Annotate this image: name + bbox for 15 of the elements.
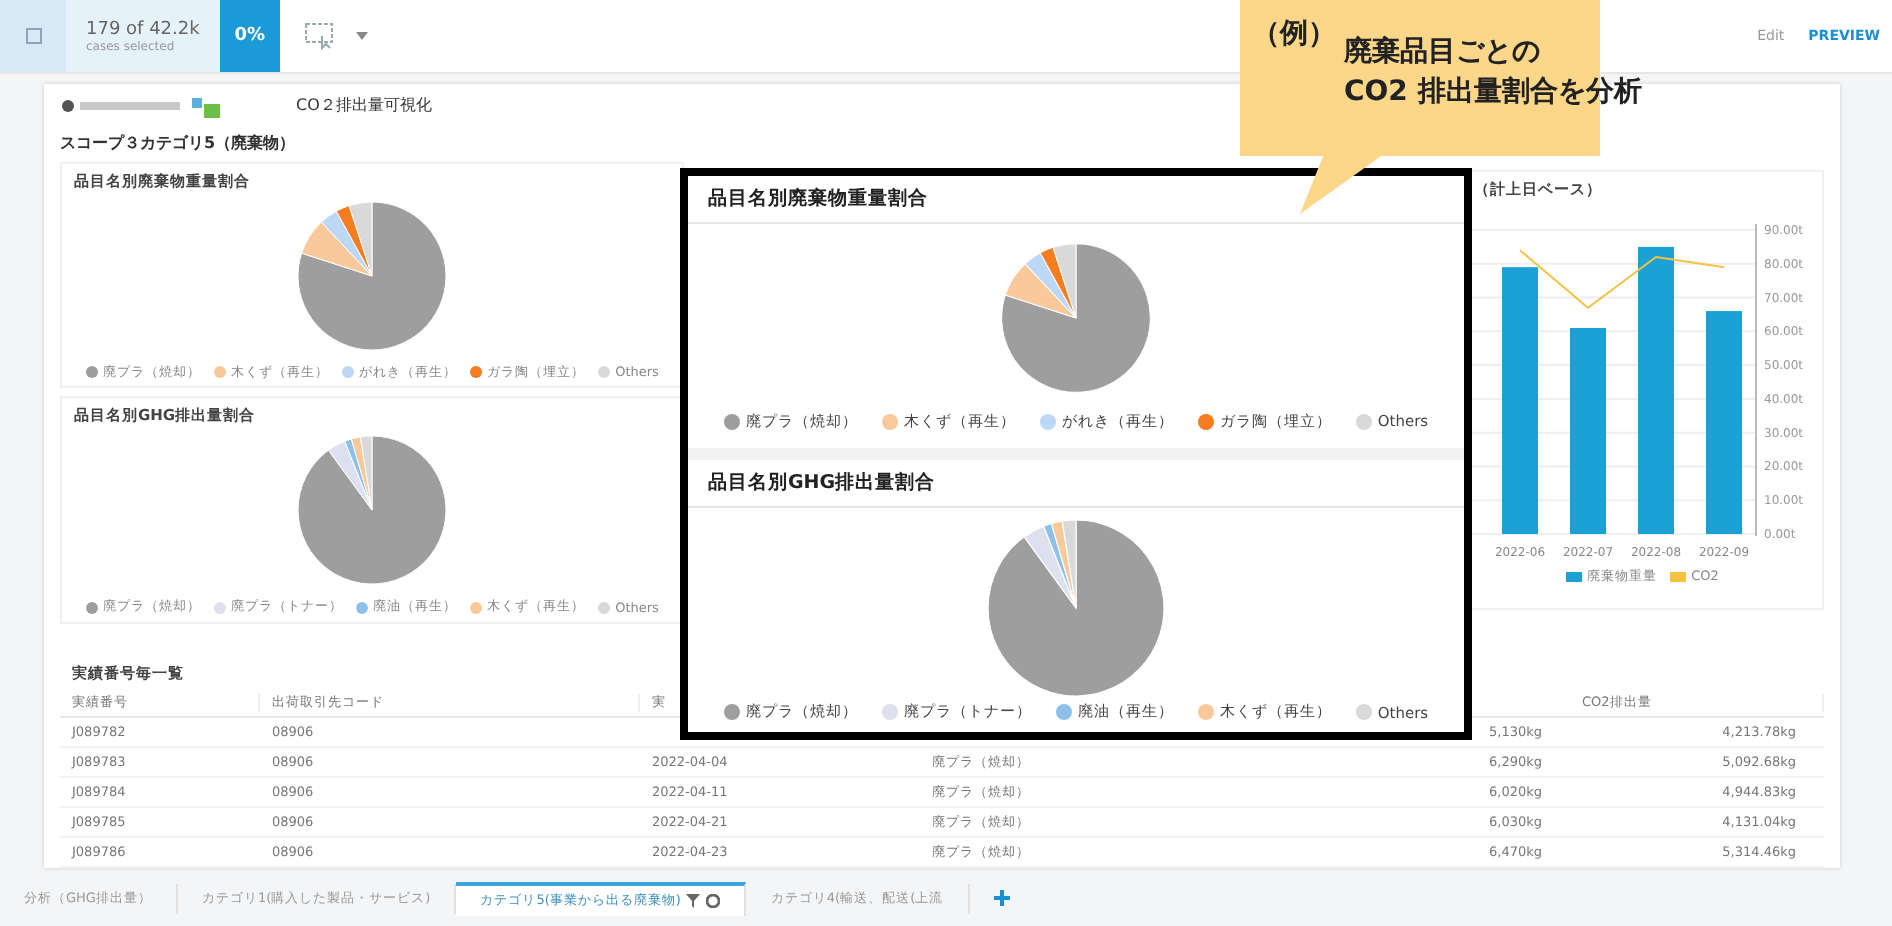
selection-count: 179 of 42.2k [86,19,200,39]
settings-icon[interactable] [706,893,721,907]
percent-badge: 0% [219,0,280,72]
filter-icon[interactable] [686,893,701,907]
caret-icon[interactable] [355,32,368,40]
section-title: スコープ３カテゴリ5（廃棄物） [60,131,298,154]
add-icon[interactable] [993,890,1010,906]
callout-prefix: （例） [1252,16,1336,54]
panel-toggle[interactable] [0,0,66,72]
selection-tool-icon[interactable] [303,22,336,50]
dashboard-title: CO２排出量可視化 [296,94,432,117]
panel-icon [25,28,41,44]
callout-text: 廃棄品目ごとの [1344,33,1542,72]
callout-text: CO2 排出量割合を分析 [1344,74,1642,113]
panel-title: 品目名別GHG排出量割合 [688,460,1464,508]
